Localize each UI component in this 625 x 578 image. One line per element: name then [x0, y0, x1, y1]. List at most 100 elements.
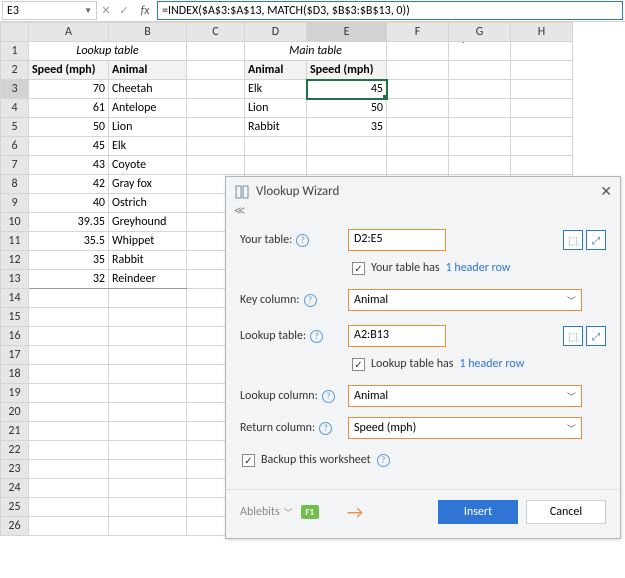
collapse-icon[interactable]: ≪: [226, 204, 620, 221]
main-hdr-animal[interactable]: Animal: [245, 61, 307, 80]
cell[interactable]: [187, 42, 245, 61]
lookup-title[interactable]: Lookup table: [29, 42, 187, 61]
cell[interactable]: [449, 99, 511, 118]
cell[interactable]: 40: [29, 194, 109, 213]
cell[interactable]: [245, 156, 307, 175]
help-icon[interactable]: ?: [322, 390, 335, 403]
cell[interactable]: [29, 403, 109, 422]
cell[interactable]: Reindeer: [109, 270, 187, 289]
formula-input[interactable]: =INDEX($A$3:$A$13, MATCH($D3, $B$3:$B$13…: [157, 1, 623, 20]
cell[interactable]: [187, 61, 245, 80]
cell[interactable]: 50: [29, 118, 109, 137]
cell[interactable]: [511, 137, 573, 156]
cell[interactable]: [29, 441, 109, 460]
cell[interactable]: [511, 42, 573, 61]
backup-checkbox[interactable]: ✓: [242, 454, 255, 467]
col-header-d[interactable]: D: [245, 23, 307, 42]
row-header[interactable]: 8: [1, 175, 29, 194]
cell[interactable]: [109, 346, 187, 365]
fill-handle[interactable]: [383, 95, 387, 99]
cell[interactable]: [387, 42, 449, 61]
main-title[interactable]: Main table: [245, 42, 387, 61]
lookup-hdr-speed[interactable]: Speed (mph): [29, 61, 109, 80]
cell[interactable]: Rabbit: [245, 118, 307, 137]
cell[interactable]: [449, 156, 511, 175]
cell[interactable]: 43: [29, 156, 109, 175]
cell[interactable]: [449, 137, 511, 156]
row-header[interactable]: 5: [1, 118, 29, 137]
lookup-hdr-animal[interactable]: Animal: [109, 61, 187, 80]
row-header[interactable]: 22: [1, 441, 29, 460]
cancel-button[interactable]: Cancel: [526, 500, 606, 524]
cell[interactable]: [387, 99, 449, 118]
cell[interactable]: Whippet: [109, 232, 187, 251]
cell[interactable]: [449, 80, 511, 99]
cell[interactable]: [109, 422, 187, 441]
row-header[interactable]: 3: [1, 80, 29, 99]
row-header[interactable]: 14: [1, 289, 29, 308]
cell[interactable]: [511, 61, 573, 80]
cell[interactable]: Rabbit: [109, 251, 187, 270]
cell[interactable]: [29, 422, 109, 441]
row-header[interactable]: 24: [1, 479, 29, 498]
header-row-link[interactable]: 1 header row: [446, 261, 511, 275]
cell[interactable]: [307, 137, 387, 156]
dialog-titlebar[interactable]: Vlookup Wizard ✕: [226, 177, 620, 204]
cell[interactable]: [109, 460, 187, 479]
col-header-f[interactable]: F: [387, 23, 449, 42]
cell[interactable]: [29, 460, 109, 479]
row-header[interactable]: 16: [1, 327, 29, 346]
lookup-table-header-checkbox[interactable]: ✓: [352, 358, 365, 371]
row-header[interactable]: 6: [1, 137, 29, 156]
cell[interactable]: [387, 137, 449, 156]
cell[interactable]: Elk: [109, 137, 187, 156]
cell[interactable]: [109, 384, 187, 403]
header-row-link[interactable]: 1 header row: [459, 357, 524, 371]
lookup-table-input[interactable]: A2:B13: [348, 325, 446, 347]
cell[interactable]: [29, 498, 109, 517]
row-header[interactable]: 17: [1, 346, 29, 365]
cell[interactable]: [245, 137, 307, 156]
cell[interactable]: [109, 327, 187, 346]
name-box[interactable]: E3 ▼: [2, 1, 97, 20]
cell[interactable]: [29, 365, 109, 384]
cell[interactable]: [307, 156, 387, 175]
cell[interactable]: [187, 118, 245, 137]
row-header[interactable]: 11: [1, 232, 29, 251]
main-hdr-speed[interactable]: Speed (mph): [307, 61, 387, 80]
cell[interactable]: [109, 498, 187, 517]
cell[interactable]: 35: [29, 251, 109, 270]
row-header[interactable]: 26: [1, 517, 29, 536]
col-header-c[interactable]: C: [187, 23, 245, 42]
cell[interactable]: [449, 61, 511, 80]
row-header[interactable]: 2: [1, 61, 29, 80]
expand-range-icon[interactable]: ⤢: [586, 230, 606, 250]
cell[interactable]: [29, 327, 109, 346]
cell[interactable]: [109, 365, 187, 384]
cell[interactable]: [29, 289, 109, 308]
cell[interactable]: [187, 99, 245, 118]
row-header[interactable]: 10: [1, 213, 29, 232]
col-header-g[interactable]: G: [449, 23, 511, 42]
row-header[interactable]: 9: [1, 194, 29, 213]
help-icon[interactable]: ?: [296, 234, 309, 247]
row-header[interactable]: 25: [1, 498, 29, 517]
cell[interactable]: 70: [29, 80, 109, 99]
row-header[interactable]: 4: [1, 99, 29, 118]
your-table-input[interactable]: D2:E5: [348, 229, 446, 251]
cell[interactable]: [387, 61, 449, 80]
expand-range-icon[interactable]: ⤢: [586, 326, 606, 346]
key-column-select[interactable]: Animal﹀: [348, 289, 582, 311]
cell[interactable]: [449, 42, 511, 61]
cell[interactable]: Greyhound: [109, 213, 187, 232]
cell[interactable]: [109, 289, 187, 308]
row-header[interactable]: 20: [1, 403, 29, 422]
row-header[interactable]: 13: [1, 270, 29, 289]
row-header[interactable]: 18: [1, 365, 29, 384]
select-range-icon[interactable]: ⬚: [563, 230, 583, 250]
cell[interactable]: Lion: [109, 118, 187, 137]
formula-cancel-icon[interactable]: ✕: [97, 4, 115, 17]
cell[interactable]: [187, 137, 245, 156]
col-header-a[interactable]: A: [29, 23, 109, 42]
row-header[interactable]: 15: [1, 308, 29, 327]
